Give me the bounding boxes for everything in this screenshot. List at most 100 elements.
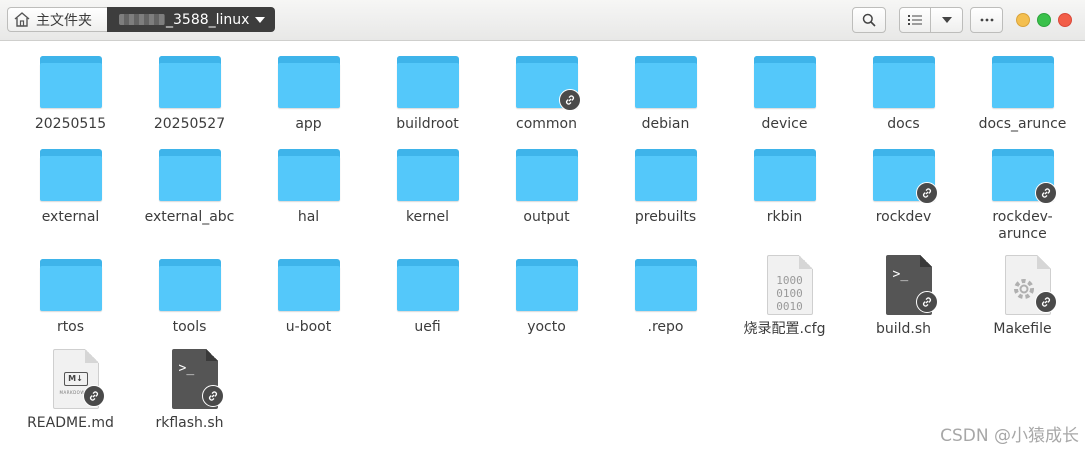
folder-icon: [396, 256, 460, 320]
redacted-text: [119, 14, 165, 25]
item-label: tools: [172, 319, 207, 335]
symlink-icon: [201, 385, 224, 407]
folder-item[interactable]: prebuilts: [606, 146, 725, 226]
search-button[interactable]: [852, 7, 886, 33]
item-label: common: [516, 116, 577, 132]
folder-item[interactable]: external_abc: [130, 146, 249, 226]
item-label: yocto: [527, 319, 566, 335]
folder-icon: [634, 53, 698, 117]
item-label: 20250515: [34, 116, 107, 132]
item-label: uefi: [414, 319, 441, 335]
file-item[interactable]: >_ build.sh: [844, 255, 963, 338]
watermark: CSDN @小猿成长: [940, 426, 1079, 446]
item-label: docs_arunce: [978, 116, 1067, 132]
chevron-down-icon: [941, 17, 952, 23]
folder-item[interactable]: output: [487, 146, 606, 226]
item-label: u-boot: [285, 319, 332, 335]
folder-icon: [396, 146, 460, 210]
folder-icon: [872, 53, 936, 117]
item-label: rkbin: [766, 209, 803, 225]
item-label: rockdev-arunce: [992, 209, 1053, 242]
item-label: .repo: [647, 319, 684, 335]
folder-item[interactable]: docs: [844, 53, 963, 133]
folder-item[interactable]: external: [11, 146, 130, 226]
maximize-button[interactable]: [1037, 13, 1051, 27]
folder-icon: [158, 53, 222, 117]
breadcrumb-home[interactable]: 主文件夹: [7, 7, 107, 32]
item-label: build.sh: [875, 321, 932, 337]
item-label: rtos: [56, 319, 85, 335]
folder-item[interactable]: 20250515: [11, 53, 130, 133]
symlink-icon: [82, 385, 105, 407]
symlink-icon: [1034, 182, 1057, 204]
file-item[interactable]: M↓ MARKDOWN README.md: [11, 349, 130, 432]
file-item[interactable]: 1000 0100 0010 烧录配置.cfg: [725, 255, 844, 338]
folder-item[interactable]: yocto: [487, 256, 606, 336]
folder-item[interactable]: app: [249, 53, 368, 133]
item-label: 烧录配置.cfg: [743, 321, 826, 337]
folder-icon: [39, 256, 103, 320]
item-label: device: [761, 116, 808, 132]
folder-icon: [634, 146, 698, 210]
view-options-button[interactable]: [930, 7, 963, 33]
folder-item[interactable]: tools: [130, 256, 249, 336]
folder-icon: [39, 146, 103, 210]
folder-item[interactable]: docs_arunce: [963, 53, 1082, 133]
item-label: Makefile: [993, 321, 1052, 337]
folder-icon: [753, 53, 817, 117]
folder-item[interactable]: rkbin: [725, 146, 844, 226]
item-label: external: [41, 209, 100, 225]
binary-file-icon: 1000 0100 0010: [753, 255, 817, 319]
item-label: rockdev: [875, 209, 932, 225]
folder-icon: [753, 146, 817, 210]
folder-item[interactable]: 20250527: [130, 53, 249, 133]
item-label: buildroot: [396, 116, 459, 132]
item-label: external_abc: [144, 209, 235, 225]
folder-icon: [277, 146, 341, 210]
shell-script-icon: >_: [158, 349, 224, 413]
folder-icon: [396, 53, 460, 117]
shell-script-icon: >_: [872, 255, 938, 319]
minimize-button[interactable]: [1016, 13, 1030, 27]
folder-item[interactable]: uefi: [368, 256, 487, 336]
folder-item[interactable]: common: [487, 53, 606, 133]
folder-icon: [634, 256, 698, 320]
file-item[interactable]: Makefile: [963, 255, 1082, 338]
file-item[interactable]: >_ rkflash.sh: [130, 349, 249, 432]
folder-item[interactable]: debian: [606, 53, 725, 133]
breadcrumb-current[interactable]: _3588_linux: [107, 7, 275, 32]
folder-icon: [158, 256, 222, 320]
folder-item[interactable]: buildroot: [368, 53, 487, 133]
folder-item[interactable]: rockdev-arunce: [963, 146, 1082, 243]
folder-item[interactable]: rtos: [11, 256, 130, 336]
list-view-button[interactable]: [899, 7, 931, 33]
folder-icon: [515, 53, 581, 117]
folder-item[interactable]: device: [725, 53, 844, 133]
home-icon: [14, 12, 30, 27]
item-label: docs: [887, 116, 920, 132]
breadcrumb-home-label: 主文件夹: [36, 12, 92, 29]
symlink-icon: [915, 291, 938, 313]
menu-button[interactable]: [970, 7, 1003, 33]
folder-icon: [515, 256, 579, 320]
folder-item[interactable]: rockdev: [844, 146, 963, 226]
item-label: output: [523, 209, 570, 225]
folder-icon: [277, 256, 341, 320]
folder-item[interactable]: kernel: [368, 146, 487, 226]
folder-item[interactable]: .repo: [606, 256, 725, 336]
folder-icon: [515, 146, 579, 210]
item-label: README.md: [27, 415, 114, 431]
close-button[interactable]: [1058, 13, 1072, 27]
folder-item[interactable]: hal: [249, 146, 368, 226]
folder-icon: [872, 146, 938, 210]
makefile-icon: [991, 255, 1057, 319]
item-label: debian: [641, 116, 690, 132]
folder-icon: [158, 146, 222, 210]
item-label: kernel: [405, 209, 450, 225]
item-label: 20250527: [153, 116, 226, 132]
item-label: app: [295, 116, 322, 132]
folder-item[interactable]: u-boot: [249, 256, 368, 336]
header-bar: 主文件夹 _3588_linux: [0, 0, 1085, 41]
breadcrumb-current-label: _3588_linux: [166, 11, 250, 28]
symlink-icon: [1034, 291, 1057, 313]
